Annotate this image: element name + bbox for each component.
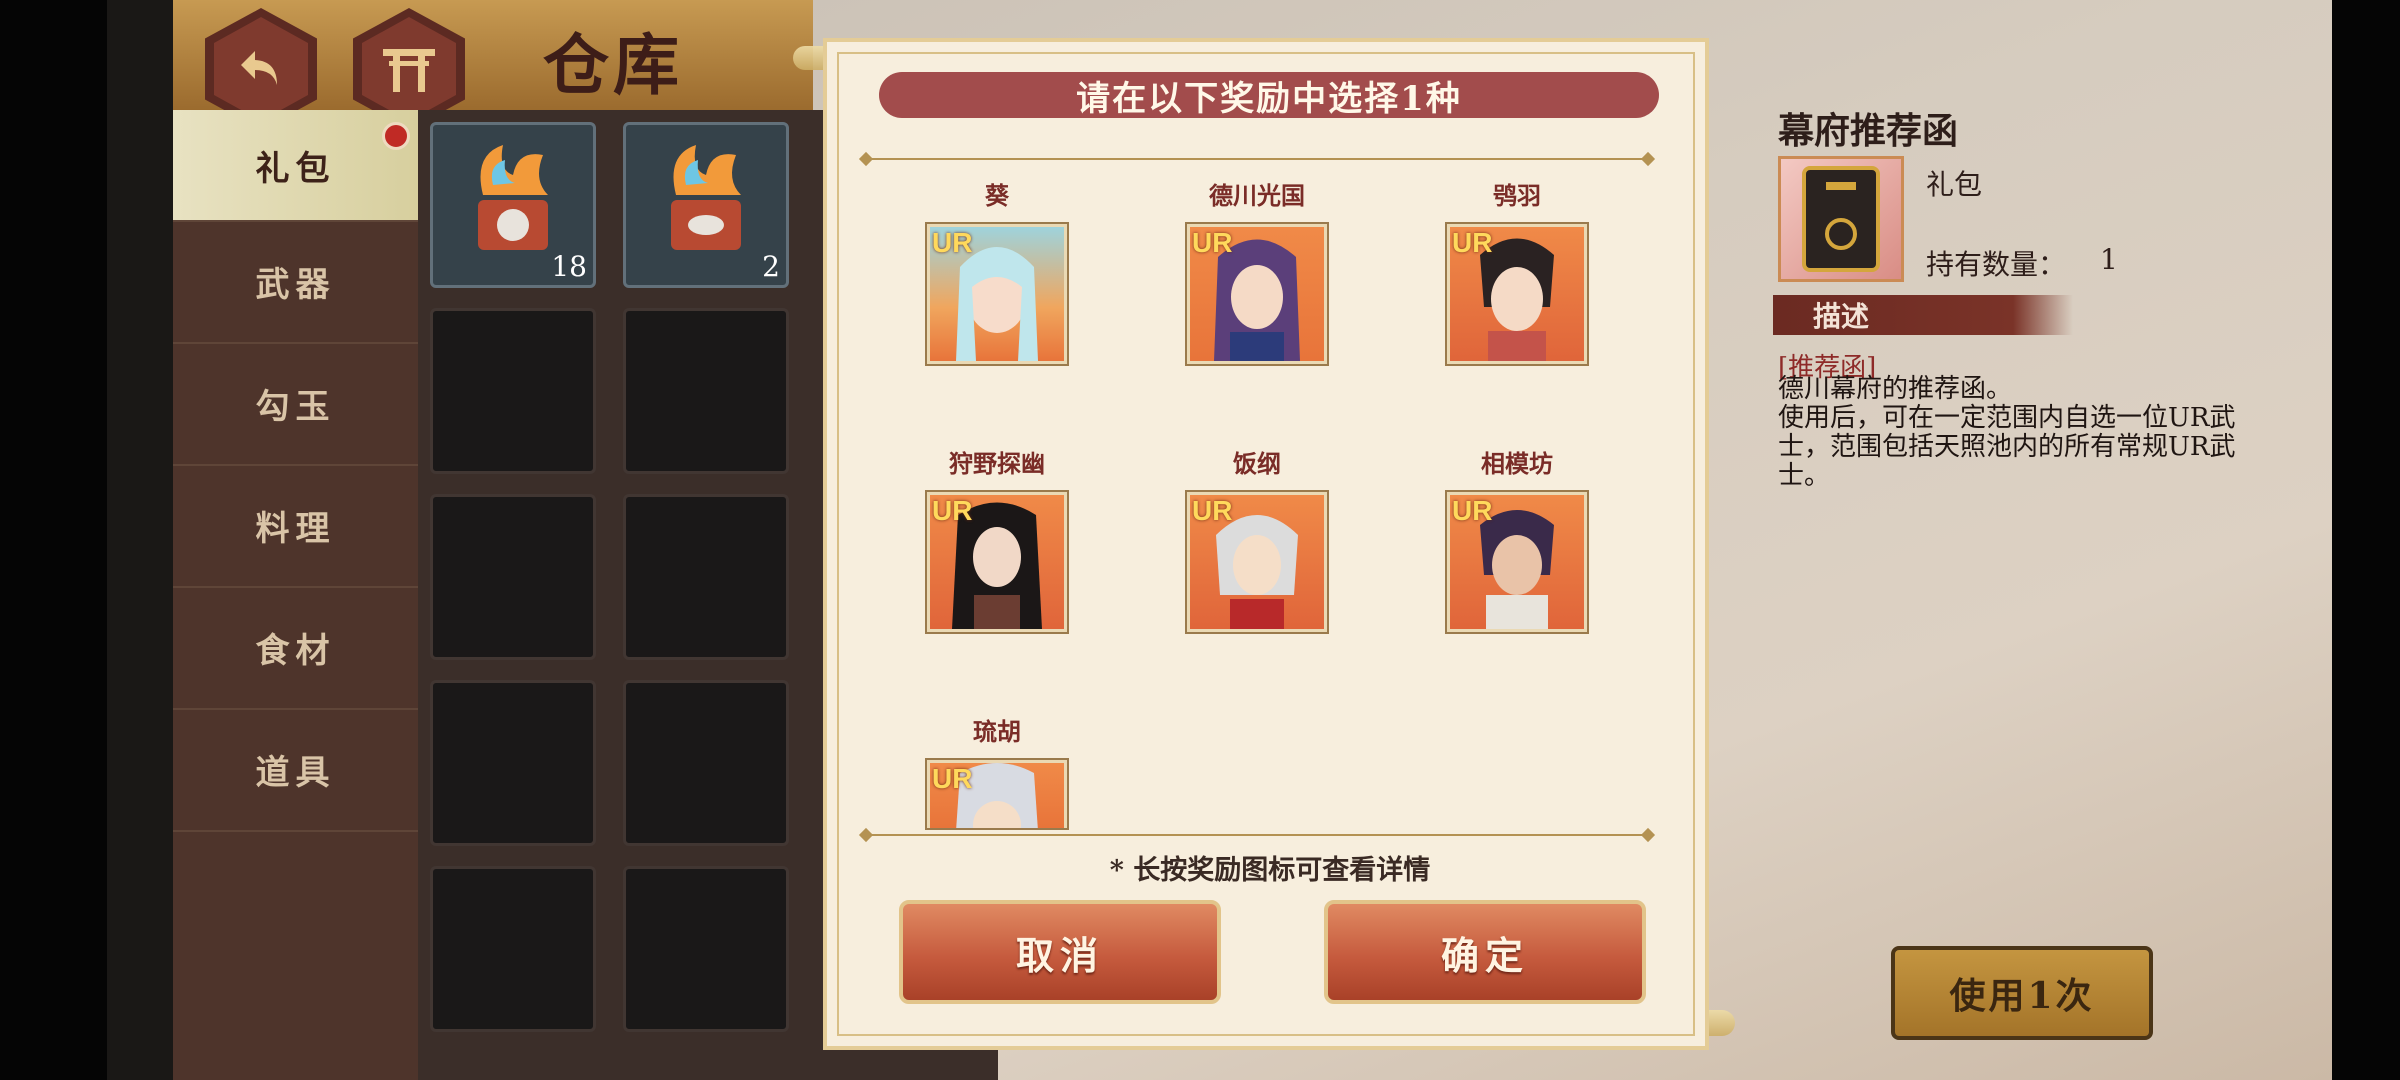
page-title: 仓库	[543, 26, 683, 104]
long-press-hint: * 长按奖励图标可查看详情	[1109, 855, 1431, 886]
sidebar-item-gift[interactable]: 礼包	[173, 110, 418, 222]
description-line: 使用后，可在一定范围内自选一位UR武士，范围包括天照池内的所有常规UR武士。	[1778, 403, 2236, 491]
confirm-button[interactable]: 确定	[1324, 900, 1646, 1004]
cancel-button[interactable]: 取消	[899, 900, 1221, 1004]
sidebar-item-label: 料理	[255, 508, 336, 549]
sidebar-item-label: 道具	[255, 752, 336, 793]
game-screen: 仓库 礼包 武器 勾玉 料理 食材 道具 18 2 请在以下奖励中选择1种 葵 …	[173, 0, 2332, 1080]
category-sidebar: 礼包 武器 勾玉 料理 食材 道具	[173, 110, 418, 1080]
use-once-button[interactable]: 使用1次	[1891, 946, 2153, 1040]
reward-portrait-ruko[interactable]: UR	[927, 760, 1067, 828]
sidebar-item-magatama[interactable]: 勾玉	[173, 342, 418, 466]
ur-rarity-badge: UR	[932, 495, 973, 526]
owned-count: 1	[2100, 243, 2118, 276]
ur-rarity-badge: UR	[932, 763, 973, 794]
sidebar-item-items[interactable]: 道具	[173, 708, 418, 832]
empty-slot[interactable]	[430, 866, 596, 1032]
description-header: 描述	[1773, 295, 2073, 335]
sidebar-item-label: 礼包	[255, 148, 336, 189]
sidebar-item-weapon[interactable]: 武器	[173, 220, 418, 344]
item-count: 2	[762, 250, 780, 283]
empty-slot[interactable]	[623, 680, 789, 846]
sidebar-item-label: 食材	[255, 630, 336, 671]
reward-portrait-izuna[interactable]: UR	[1187, 492, 1327, 632]
owned-count-label: 持有数量：	[1926, 248, 2067, 281]
reward-name: 鸮羽	[1493, 181, 1541, 210]
reward-name: 琉胡	[973, 717, 1021, 746]
reward-portrait-tokugawa-mitsukuni[interactable]: UR	[1187, 224, 1327, 364]
ur-rarity-badge: UR	[1452, 227, 1493, 258]
left-edge-panel	[107, 0, 173, 1080]
recommendation-letter-icon	[1778, 156, 1904, 282]
inventory-slot[interactable]: 18	[430, 122, 596, 288]
reward-portrait-sagamibo[interactable]: UR	[1447, 492, 1587, 632]
left-black-bar	[0, 0, 107, 1080]
ur-rarity-badge: UR	[1192, 495, 1233, 526]
item-title: 幕府推荐函	[1778, 110, 1959, 152]
empty-slot[interactable]	[623, 308, 789, 474]
back-icon	[214, 17, 308, 121]
sidebar-item-label: 武器	[255, 264, 336, 305]
reward-name: 狩野探幽	[949, 449, 1045, 478]
sidebar-item-ingredients[interactable]: 食材	[173, 586, 418, 710]
shrine-gate-icon	[362, 17, 456, 121]
item-count: 18	[551, 250, 587, 283]
dialog-title: 请在以下奖励中选择1种	[879, 72, 1659, 119]
empty-slot[interactable]	[430, 308, 596, 474]
description-line: 德川幕府的推荐函。	[1778, 374, 2013, 404]
reward-portrait-aoi[interactable]: UR	[927, 224, 1067, 364]
notification-dot	[382, 122, 410, 150]
empty-slot[interactable]	[430, 494, 596, 660]
empty-slot[interactable]	[430, 680, 596, 846]
sidebar-item-label: 勾玉	[255, 386, 336, 427]
ur-rarity-badge: UR	[1452, 495, 1493, 526]
reward-select-dialog: 请在以下奖励中选择1种 葵 UR 德川光国 UR 鸮羽 UR 狩野探幽 UR 饭…	[823, 38, 1709, 1050]
inventory-slot[interactable]: 2	[623, 122, 789, 288]
reward-portrait-kano-tanyu[interactable]: UR	[927, 492, 1067, 632]
right-black-bar	[2332, 0, 2400, 1080]
ur-rarity-badge: UR	[1192, 227, 1233, 258]
reward-name: 德川光国	[1209, 181, 1305, 210]
ur-rarity-badge: UR	[932, 227, 973, 258]
reward-name: 葵	[985, 181, 1009, 210]
reward-name: 相模坊	[1481, 449, 1553, 478]
empty-slot[interactable]	[623, 866, 789, 1032]
description-text: 德川幕府的推荐函。 使用后，可在一定范围内自选一位UR武士，范围包括天照池内的所…	[1778, 375, 2278, 491]
empty-slot[interactable]	[623, 494, 789, 660]
divider	[867, 158, 1647, 160]
item-type: 礼包	[1926, 168, 1983, 201]
sidebar-item-cuisine[interactable]: 料理	[173, 464, 418, 588]
reward-portrait-shoha[interactable]: UR	[1447, 224, 1587, 364]
divider	[867, 834, 1647, 836]
reward-name: 饭纲	[1233, 449, 1281, 478]
